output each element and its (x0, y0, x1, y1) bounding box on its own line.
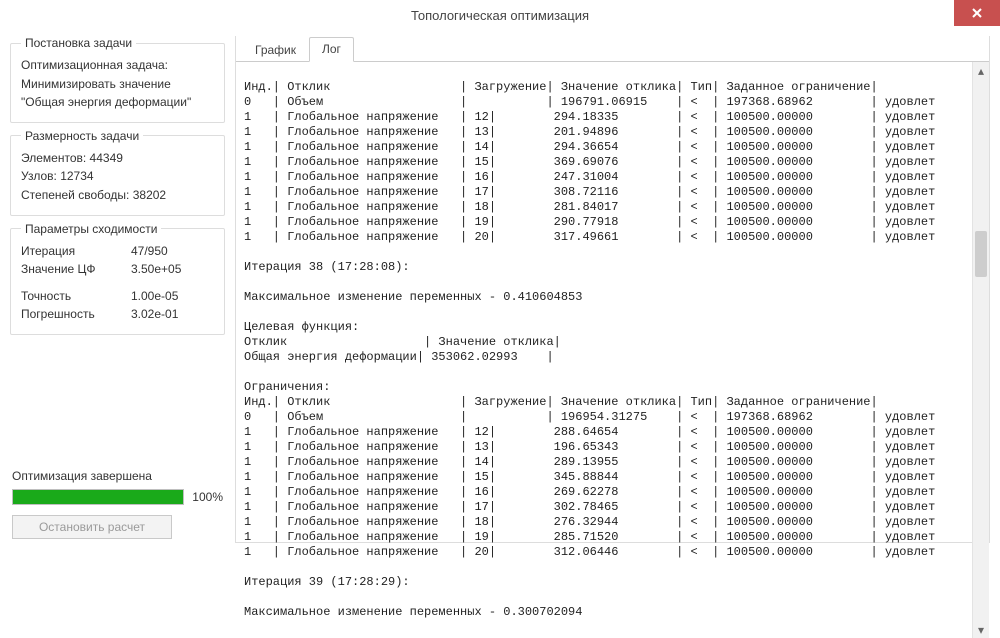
task-line-3: "Общая энергия деформации" (21, 93, 214, 112)
elements-label: Элементов: (21, 151, 86, 165)
log-output: Инд.| Отклик | Загружение| Значение откл… (236, 74, 972, 626)
titlebar: Топологическая оптимизация (0, 0, 1000, 30)
scroll-thumb[interactable] (975, 231, 987, 277)
tab-chart[interactable]: График (242, 38, 309, 62)
tol-value: 1.00e-05 (131, 287, 178, 306)
main-panel: График Лог Инд.| Отклик | Загружение| Зн… (235, 36, 990, 543)
task-legend: Постановка задачи (21, 36, 136, 50)
task-group: Постановка задачи Оптимизационная задача… (10, 36, 225, 123)
of-value: 3.50e+05 (131, 260, 181, 279)
tol-label: Точность (21, 287, 131, 306)
progress-fill (13, 490, 183, 504)
progress-bar (12, 489, 184, 505)
nodes-label: Узлов: (21, 169, 57, 183)
progress-pct: 100% (192, 490, 223, 504)
status-area: Оптимизация завершена 100% Остановить ра… (10, 467, 225, 543)
nodes-value: 12734 (60, 169, 93, 183)
tabstrip: График Лог (236, 36, 989, 62)
status-label: Оптимизация завершена (12, 469, 223, 483)
task-line-1: Оптимизационная задача: (21, 56, 214, 75)
conv-group: Параметры сходимости Итерация47/950 Знач… (10, 222, 225, 335)
stop-button: Остановить расчет (12, 515, 172, 539)
close-icon (972, 8, 982, 18)
err-value: 3.02e-01 (131, 305, 178, 324)
iter-value: 47/950 (131, 242, 168, 261)
sidebar: Постановка задачи Оптимизационная задача… (10, 36, 225, 543)
scroll-track[interactable] (973, 79, 989, 621)
elements-value: 44349 (90, 151, 123, 165)
vertical-scrollbar[interactable]: ▴ ▾ (972, 62, 989, 638)
dof-label: Степеней свободы: (21, 188, 129, 202)
dof-value: 38202 (133, 188, 166, 202)
size-legend: Размерность задачи (21, 129, 143, 143)
scroll-down-arrow-icon[interactable]: ▾ (973, 621, 989, 638)
err-label: Погрешность (21, 305, 131, 324)
iter-label: Итерация (21, 242, 131, 261)
window-title: Топологическая оптимизация (411, 8, 589, 23)
task-line-2: Минимизировать значение (21, 75, 214, 94)
of-label: Значение ЦФ (21, 260, 131, 279)
scroll-up-arrow-icon[interactable]: ▴ (973, 62, 989, 79)
size-group: Размерность задачи Элементов: 44349 Узло… (10, 129, 225, 216)
close-button[interactable] (954, 0, 1000, 26)
tab-log[interactable]: Лог (309, 37, 354, 62)
conv-legend: Параметры сходимости (21, 222, 161, 236)
